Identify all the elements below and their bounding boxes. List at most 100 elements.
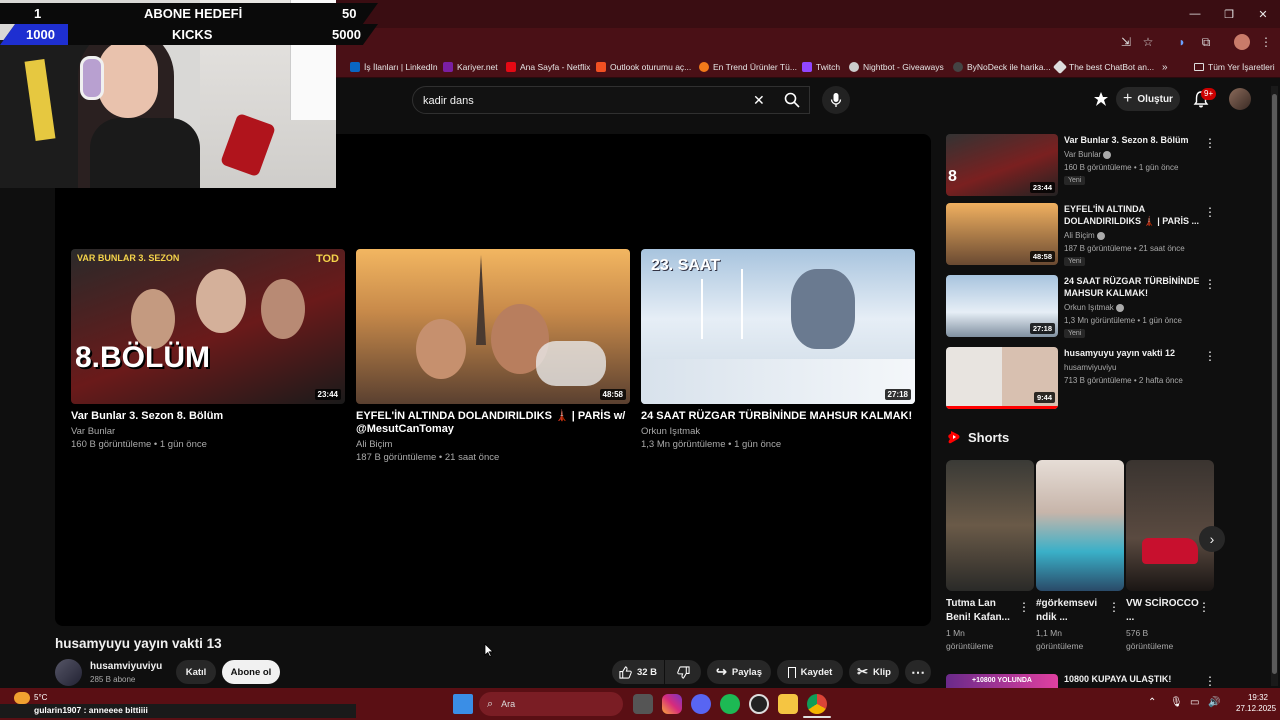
sidebar-channel[interactable]: Orkun Işıtmak [1064,303,1125,312]
end-screen-card[interactable]: 23. SAAT 27:18 24 SAAT RÜZGAR TÜRBİNİNDE… [641,249,915,451]
sidebar-video-title[interactable]: EYFEL'İN ALTINDA DOLANDIRILDIKS 🗼 | PARİ… [1064,203,1202,227]
clear-search-icon[interactable]: ✕ [753,92,767,108]
clip-button[interactable]: ✂ Klip [849,660,899,684]
bookmark-chatbot[interactable]: The best ChatBot an... [1052,59,1154,75]
end-card-title[interactable]: EYFEL'İN ALTINDA DOLANDIRILDIKS 🗼 | PARİ… [356,410,630,436]
short-title[interactable]: Tutma Lan Beni! Kafan... [946,597,1020,625]
create-button[interactable]: + Oluştur [1116,87,1180,111]
short-item[interactable]: VW SCİROCCO ... 576 B görüntüleme ⋮ [1126,460,1214,653]
bookmark-trendyol[interactable]: En Trend Ürünler Tü... [699,60,797,74]
instagram-icon[interactable] [662,694,682,714]
video-thumbnail[interactable]: 23. SAAT 27:18 [641,249,915,404]
join-button[interactable]: Katıl [176,660,216,684]
end-card-channel[interactable]: Var Bunlar [71,425,345,438]
more-options-icon[interactable]: ⋮ [1018,600,1030,614]
sidebar-video-title[interactable]: 24 SAAT RÜZGAR TÜRBİNİNDE MAHSUR KALMAK! [1064,275,1202,299]
taskbar-search[interactable]: ⌕ Ara [479,692,623,716]
channel-name[interactable]: husamviyuviyu [90,661,162,672]
clock[interactable]: 19:32 27.12.2025 [1236,692,1276,714]
network-icon[interactable]: ▭ [1190,697,1199,708]
sidebar-video-title[interactable]: husamyuyu yayın vakti 12 [1064,347,1202,359]
chrome-icon[interactable] [807,694,827,714]
short-thumbnail[interactable] [1036,460,1124,591]
more-options-icon[interactable]: ⋮ [1204,136,1216,150]
browser-menu-icon[interactable]: ⋮ [1258,34,1274,50]
volume-icon[interactable]: 🔊 [1208,697,1220,708]
end-card-title[interactable]: Var Bunlar 3. Sezon 8. Bölüm [71,410,345,423]
minimize-icon[interactable]: — [1178,0,1212,28]
dislike-button[interactable] [665,660,701,684]
account-avatar[interactable] [1229,88,1251,110]
bookmark-netflix[interactable]: Ana Sayfa - Netflix [506,60,590,74]
more-actions-button[interactable]: ⋯ [905,660,931,684]
bookmark-outlook[interactable]: Outlook oturumu aç... [596,60,691,74]
spotify-icon[interactable] [720,694,740,714]
all-bookmarks-button[interactable]: Tüm Yer İşaretleri [1194,60,1275,74]
video-thumbnail[interactable]: VAR BUNLAR 3. SEZON TOD 8.BÖLÜM 23:44 [71,249,345,404]
sidebar-channel[interactable]: Var Bunlar [1064,150,1112,159]
channel-avatar[interactable] [55,659,82,686]
chevron-up-icon[interactable]: ⌃ [1148,697,1156,708]
next-video-title[interactable]: 10800 KUPAYA ULAŞTIK! [1064,674,1171,684]
cast-icon[interactable] [1092,90,1110,108]
extensions-puzzle-icon[interactable]: ⧉ [1198,34,1214,50]
search-input[interactable] [423,92,743,110]
sidebar-video[interactable]: 9:44 husamyuyu yayın vakti 12 husamviyuv… [946,347,1266,413]
task-view-icon[interactable] [633,694,653,714]
sidebar-video[interactable]: 27:18 24 SAAT RÜZGAR TÜRBİNİNDE MAHSUR K… [946,275,1266,341]
short-item[interactable]: Tutma Lan Beni! Kafan... 1 Mn görüntülem… [946,460,1034,653]
close-icon[interactable]: ✕ [1246,0,1280,28]
bookmark-linkedin[interactable]: İş İlanları | LinkedIn [350,60,438,74]
sidebar-video[interactable]: 8 23:44 Var Bunlar 3. Sezon 8. Bölüm Var… [946,134,1266,200]
extension-icon[interactable]: ◗ [1174,34,1190,50]
bookmark-kariyer[interactable]: Kariyer.net [443,60,498,74]
install-app-icon[interactable]: ⇲ [1118,34,1134,50]
star-icon[interactable]: ☆ [1140,34,1156,50]
share-button[interactable]: ↪ Paylaş [707,660,771,684]
video-thumbnail[interactable]: 27:18 [946,275,1058,337]
more-options-icon[interactable]: ⋮ [1204,674,1216,688]
end-card-channel[interactable]: Orkun Işıtmak [641,425,915,438]
sidebar-channel[interactable]: Ali Biçim [1064,231,1105,240]
steam-icon[interactable] [749,694,769,714]
subscribe-button[interactable]: Abone ol [222,660,280,684]
more-options-icon[interactable]: ⋮ [1204,277,1216,291]
end-screen-card[interactable]: 48:58 EYFEL'İN ALTINDA DOLANDIRILDIKS 🗼 … [356,249,630,464]
short-title[interactable]: #görkemsevi ndik ... [1036,597,1110,625]
scrollbar[interactable] [1271,86,1278,686]
bookmark-bynodeck[interactable]: ByNoDeck ile harika... [953,60,1051,74]
end-card-title[interactable]: 24 SAAT RÜZGAR TÜRBİNİNDE MAHSUR KALMAK! [641,410,915,423]
short-thumbnail[interactable] [1126,460,1214,591]
end-screen-card[interactable]: VAR BUNLAR 3. SEZON TOD 8.BÖLÜM 23:44 Va… [71,249,345,451]
discord-icon[interactable] [691,694,711,714]
short-title[interactable]: VW SCİROCCO ... [1126,597,1200,625]
video-thumbnail[interactable]: 48:58 [946,203,1058,265]
video-thumbnail[interactable]: 9:44 [946,347,1058,409]
next-video-thumbnail[interactable]: +10800 YOLUNDA [946,674,1058,688]
more-options-icon[interactable]: ⋮ [1204,205,1216,219]
short-thumbnail[interactable] [946,460,1034,591]
restore-icon[interactable]: ❐ [1212,0,1246,28]
bookmark-nightbot[interactable]: Nightbot - Giveaways [849,60,944,74]
profile-avatar[interactable] [1234,34,1250,50]
file-explorer-icon[interactable] [778,694,798,714]
sidebar-channel[interactable]: husamviyuviyu [1064,363,1116,372]
bookmarks-overflow-button[interactable]: » [1162,60,1168,74]
shorts-next-button[interactable]: › [1199,526,1225,552]
weather-icon[interactable] [14,692,30,704]
weather-temp[interactable]: 5°C [34,693,47,702]
more-options-icon[interactable]: ⋮ [1198,600,1210,614]
scrollbar-thumb[interactable] [1272,94,1277,674]
like-button[interactable]: 32 B [612,660,664,684]
more-options-icon[interactable]: ⋮ [1108,600,1120,614]
sidebar-video[interactable]: 48:58 EYFEL'İN ALTINDA DOLANDIRILDIKS 🗼 … [946,203,1266,269]
bookmark-twitch[interactable]: Twitch [802,60,840,74]
voice-search-button[interactable] [822,86,850,114]
sidebar-video-title[interactable]: Var Bunlar 3. Sezon 8. Bölüm [1064,134,1202,146]
video-thumbnail[interactable]: 48:58 [356,249,630,404]
short-item[interactable]: #görkemsevi ndik ... 1,1 Mn görüntüleme … [1036,460,1124,653]
mic-tray-icon[interactable]: 🎙 [1170,697,1183,708]
end-card-channel[interactable]: Ali Biçim [356,438,630,451]
video-thumbnail[interactable]: 8 23:44 [946,134,1058,196]
save-button[interactable]: Kaydet [777,660,843,684]
